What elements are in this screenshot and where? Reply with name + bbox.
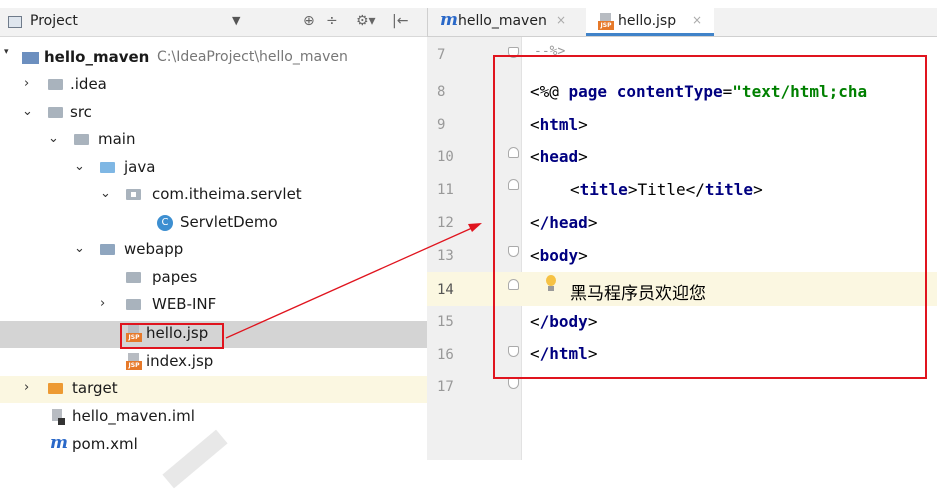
- source-folder-icon: [100, 162, 115, 173]
- tree-item-label: pom.xml: [72, 435, 138, 453]
- folder-icon: [48, 79, 63, 90]
- package-icon: [126, 189, 141, 200]
- maven-m-icon: m: [440, 10, 458, 30]
- tree-item-label: main: [98, 130, 136, 148]
- fold-marker-icon[interactable]: [508, 378, 519, 389]
- web-folder-icon: [100, 244, 115, 255]
- tree-item-idea[interactable]: › .idea: [0, 72, 427, 99]
- gear-icon[interactable]: ⚙▾: [356, 13, 376, 29]
- tree-item-webapp[interactable]: ⌄ webapp: [0, 237, 427, 264]
- editor-tab-bar: m hello_maven × JSP hello.jsp ×: [427, 8, 937, 37]
- close-icon[interactable]: ×: [556, 13, 566, 27]
- tree-item-root[interactable]: ▾ hello_maven C:\IdeaProject\hello_maven: [0, 45, 427, 72]
- scroll-from-source-icon[interactable]: ⊕: [303, 13, 315, 29]
- tree-item-papes[interactable]: papes: [0, 265, 427, 292]
- tree-item-label: com.itheima.servlet: [152, 185, 302, 203]
- tree-item-label: target: [72, 379, 118, 397]
- chevron-down-icon[interactable]: ⌄: [74, 241, 85, 256]
- maven-m-icon: m: [50, 433, 68, 453]
- chevron-down-icon[interactable]: ▼: [232, 14, 240, 27]
- folder-icon: [126, 299, 141, 310]
- chevron-down-icon[interactable]: ▾: [4, 47, 9, 57]
- tree-item-label: hello_maven.iml: [72, 407, 195, 425]
- folder-icon: [48, 107, 63, 118]
- chevron-down-icon[interactable]: ⌄: [48, 131, 59, 146]
- module-file-icon: [52, 409, 65, 425]
- line-number: 17: [437, 379, 454, 395]
- tab-label: hello.jsp: [618, 13, 677, 29]
- chevron-down-icon[interactable]: ⌄: [100, 186, 111, 201]
- tree-item-label: index.jsp: [146, 352, 214, 370]
- tree-item-label: hello_maven: [44, 48, 150, 66]
- jsp-file-icon: JSP: [598, 13, 614, 31]
- tree-item-index-jsp[interactable]: JSP index.jsp: [0, 349, 427, 376]
- tree-item-label: papes: [152, 268, 198, 286]
- project-panel: Project ▼ ⊕ ÷ ⚙▾ |← ▾ hello_maven C:\Ide…: [0, 0, 937, 460]
- line-number: 14: [437, 282, 454, 298]
- folder-icon: [126, 272, 141, 283]
- tab-hello-jsp[interactable]: JSP hello.jsp ×: [586, 8, 714, 36]
- chevron-right-icon[interactable]: ›: [100, 296, 105, 311]
- tree-item-src[interactable]: ⌄ src: [0, 100, 427, 127]
- code-highlight-box: [493, 55, 927, 379]
- line-number: 11: [437, 182, 454, 198]
- tree-item-iml[interactable]: hello_maven.iml: [0, 404, 427, 431]
- tree-item-label: ServletDemo: [180, 213, 278, 231]
- line-number: 12: [437, 215, 454, 231]
- module-folder-icon: [22, 52, 39, 64]
- tree-item-servletdemo[interactable]: C ServletDemo: [0, 210, 427, 237]
- project-view-selector[interactable]: Project: [30, 13, 78, 29]
- chevron-down-icon[interactable]: ⌄: [74, 159, 85, 174]
- hide-panel-icon[interactable]: |←: [392, 13, 408, 29]
- collapse-all-icon[interactable]: ÷: [326, 13, 338, 29]
- tree-item-java[interactable]: ⌄ java: [0, 155, 427, 182]
- line-number: 8: [437, 84, 446, 100]
- close-icon[interactable]: ×: [692, 13, 702, 27]
- tree-item-label: src: [70, 103, 92, 121]
- chevron-right-icon[interactable]: ›: [24, 380, 29, 395]
- jsp-file-icon: JSP: [126, 353, 142, 371]
- tree-item-label: webapp: [124, 240, 184, 258]
- line-number: 9: [437, 117, 446, 133]
- java-class-icon: C: [157, 215, 173, 231]
- tree-item-label: WEB-INF: [152, 295, 217, 313]
- folder-icon: [74, 134, 89, 145]
- line-number: 15: [437, 314, 454, 330]
- tree-item-main[interactable]: ⌄ main: [0, 127, 427, 154]
- tree-item-package[interactable]: ⌄ com.itheima.servlet: [0, 182, 427, 209]
- tab-label: hello_maven: [458, 13, 547, 29]
- tree-item-web-inf[interactable]: › WEB-INF: [0, 292, 427, 319]
- chevron-down-icon[interactable]: ⌄: [22, 104, 33, 119]
- line-number: 13: [437, 248, 454, 264]
- excluded-folder-icon: [48, 383, 63, 394]
- tree-item-label: .idea: [70, 75, 107, 93]
- project-panel-header: Project ▼ ⊕ ÷ ⚙▾ |←: [0, 8, 427, 37]
- line-number: 7: [437, 47, 446, 63]
- file-highlight-box: [120, 323, 224, 349]
- project-view-icon: [8, 16, 22, 28]
- tree-item-path: C:\IdeaProject\hello_maven: [157, 49, 348, 65]
- tree-item-label: java: [124, 158, 156, 176]
- line-number: 10: [437, 149, 454, 165]
- tab-hello-maven[interactable]: m hello_maven ×: [436, 8, 586, 36]
- chevron-right-icon[interactable]: ›: [24, 76, 29, 91]
- line-number: 16: [437, 347, 454, 363]
